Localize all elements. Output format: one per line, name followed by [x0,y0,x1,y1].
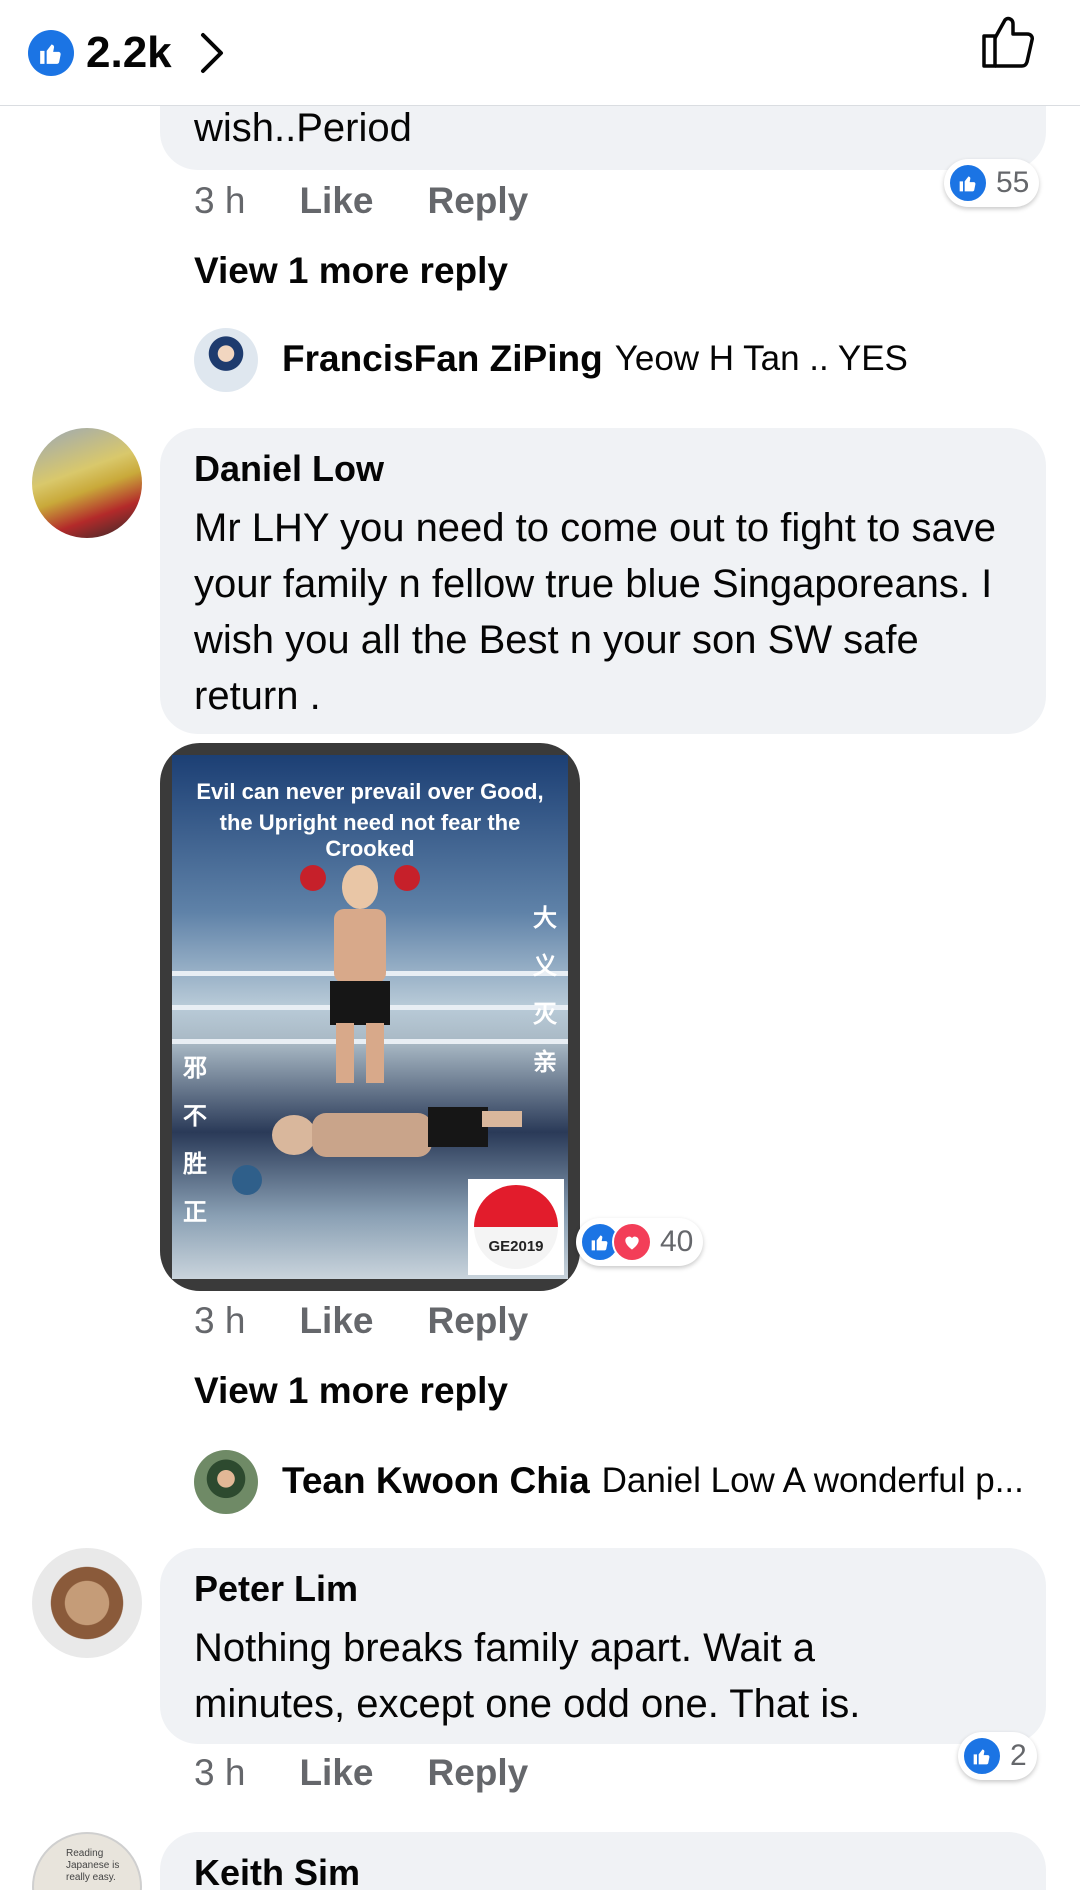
comment-actions: 3 h Like Reply [194,180,582,222]
like-button[interactable]: Like [299,180,373,222]
like-reaction-icon [28,29,74,76]
comment-bubble: Keith Sim [160,1832,1046,1890]
avatar[interactable] [32,1548,142,1658]
image-caption-line-1: Evil can never prevail over Good, [196,779,544,804]
reply-preview-text: Yeow H Tan .. YES [614,339,908,378]
comment-text: Nothing breaks family apart. Wait a minu… [194,1626,861,1726]
comment-author-name[interactable]: Daniel Low [194,448,384,490]
comment-time[interactable]: 3 h [194,180,245,222]
comment-bubble: Daniel Low Mr LHY you need to come out t… [160,428,1046,734]
reactions-summary-button[interactable]: 2.2k [28,28,226,78]
chevron-right-icon [200,32,223,73]
reaction-pill[interactable]: 55 [944,159,1040,207]
reaction-count: 55 [996,166,1030,199]
comment-text: wish..Period [194,106,412,150]
badge-text: GE2019 [488,1238,544,1255]
image-vertical-text-right: 大 义 灭 亲 [533,905,557,1076]
ge2019-badge: GE2019 [468,1179,564,1275]
avatar[interactable] [194,328,258,392]
reply-button[interactable]: Reply [427,1300,528,1342]
reply-preview[interactable]: FrancisFan ZiPing Yeow H Tan .. YES [282,338,908,380]
reactions-header: 2.2k [0,0,1080,106]
standing-boxer [300,865,420,1085]
image-vertical-text-left: 邪 不 胜 正 [183,1055,207,1226]
comment-image[interactable]: Evil can never prevail over Good, the Up… [160,743,580,1291]
like-reaction-icon [948,163,988,203]
image-caption-line-2: the Upright need not fear the Crooked [219,810,521,861]
comment-image-content: Evil can never prevail over Good, the Up… [172,755,568,1279]
reaction-pill[interactable]: 40 [576,1218,704,1266]
reply-preview[interactable]: Tean Kwoon Chia Daniel Low A wonderful p… [282,1460,1024,1502]
view-more-replies-button[interactable]: View 1 more reply [194,250,508,292]
like-button[interactable]: Like [299,1752,373,1794]
like-reaction-icon [962,1736,1002,1776]
reply-author-name[interactable]: Tean Kwoon Chia [282,1460,590,1502]
avatar[interactable] [32,428,142,538]
reaction-count: 2 [1010,1739,1027,1772]
reply-button[interactable]: Reply [427,1752,528,1794]
comment-author-name[interactable]: Keith Sim [194,1852,360,1890]
comment-time[interactable]: 3 h [194,1752,245,1794]
like-button[interactable]: Like [299,1300,373,1342]
reply-author-name[interactable]: FrancisFan ZiPing [282,338,603,380]
comment-bubble: Peter Lim Nothing breaks family apart. W… [160,1548,1046,1744]
avatar[interactable] [194,1450,258,1514]
comment-actions: 3 h Like Reply [194,1752,582,1794]
comment-time[interactable]: 3 h [194,1300,245,1342]
reply-preview-text: Daniel Low A wonderful p... [601,1461,1024,1500]
view-more-replies-button[interactable]: View 1 more reply [194,1370,508,1412]
love-reaction-icon [612,1222,652,1262]
comment-author-name[interactable]: Peter Lim [194,1568,358,1610]
avatar-text: Reading Japanese is really easy. [66,1848,120,1883]
reaction-count: 2.2k [86,27,172,77]
like-outline-icon[interactable] [978,12,1038,72]
reply-button[interactable]: Reply [427,180,528,222]
avatar[interactable]: Reading Japanese is really easy. [32,1832,142,1890]
comment-text: Mr LHY you need to come out to fight to … [194,506,996,718]
reaction-count: 40 [660,1225,694,1258]
reaction-pill[interactable]: 2 [958,1732,1037,1780]
comment-actions: 3 h Like Reply [194,1300,582,1342]
